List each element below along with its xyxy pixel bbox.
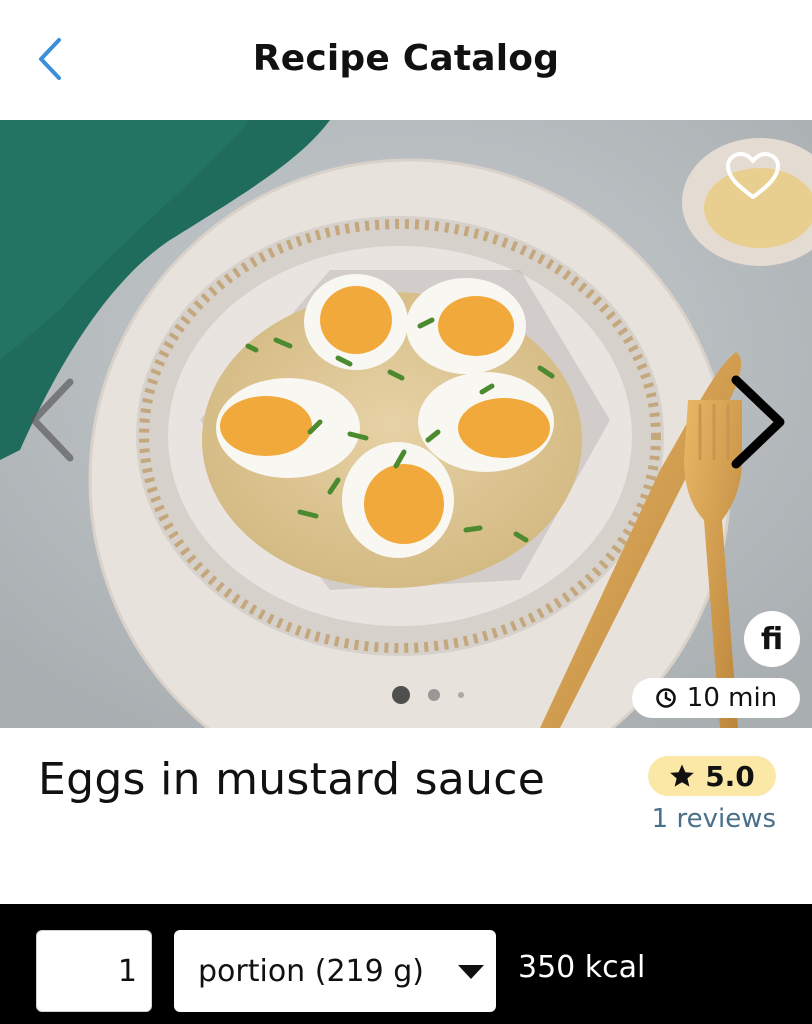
rating-badge: 5.0 (648, 756, 776, 796)
rating-value: 5.0 (705, 759, 755, 793)
carousel-dot[interactable] (428, 689, 440, 701)
unit-select[interactable]: portion (219 g) (174, 930, 496, 1012)
carousel-prev-button[interactable] (22, 372, 82, 468)
favorite-button[interactable] (724, 150, 782, 202)
carousel-dots (392, 686, 464, 704)
chevron-left-icon (30, 378, 74, 462)
quantity-input[interactable] (36, 930, 152, 1012)
carousel-next-button[interactable] (722, 372, 792, 472)
clock-icon (655, 688, 676, 708)
recipe-image-carousel[interactable]: fi 10 min (0, 120, 812, 728)
brand-logo-text: fi (760, 621, 784, 657)
recipe-photo (0, 120, 812, 728)
carousel-dot[interactable] (458, 692, 464, 698)
recipe-name: Eggs in mustard sauce (38, 754, 546, 805)
portion-bar: portion (219 g) 350 kcal (0, 904, 812, 1024)
prep-time-text: 10 min (686, 683, 778, 713)
caret-down-icon (458, 965, 484, 979)
kcal-value: 350 kcal (518, 950, 646, 985)
prep-time-badge: 10 min (632, 678, 800, 718)
heart-outline-icon (726, 152, 780, 199)
app-header: Recipe Catalog (0, 0, 812, 120)
star-icon (670, 764, 694, 787)
reviews-link[interactable]: 1 reviews (640, 804, 776, 834)
carousel-dot-active[interactable] (392, 686, 410, 704)
unit-select-value: portion (219 g) (198, 953, 424, 989)
brand-logo: fi (744, 611, 800, 667)
chevron-right-icon (731, 375, 785, 469)
page-title: Recipe Catalog (252, 38, 560, 79)
